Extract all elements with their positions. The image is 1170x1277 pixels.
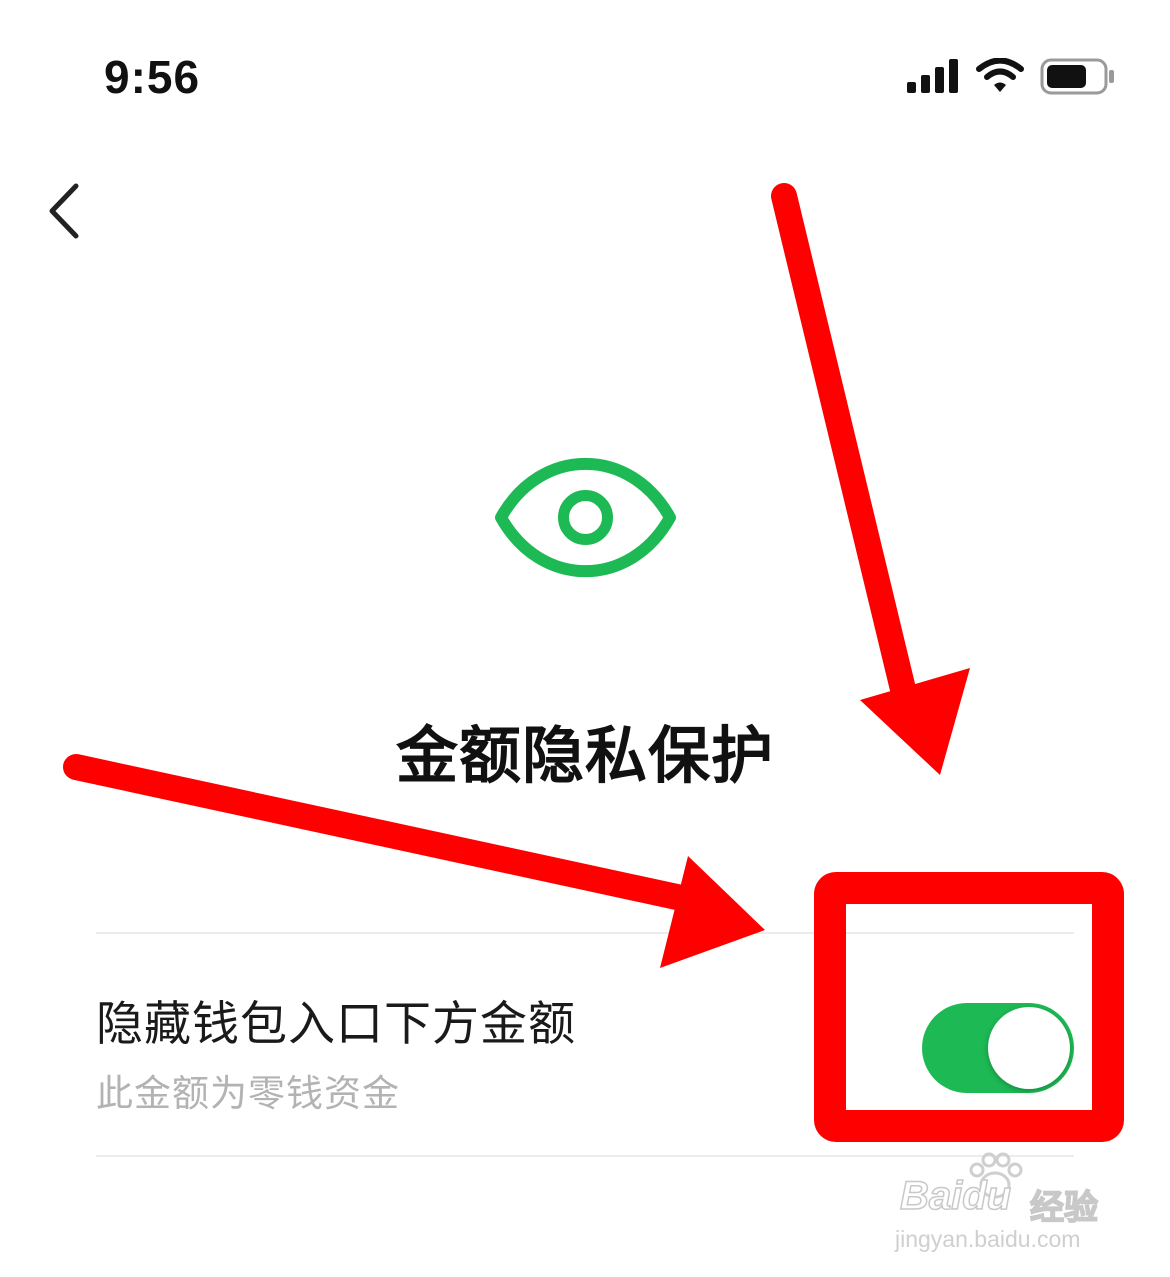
watermark: Baidu 经验 jingyan.baidu.com <box>895 1150 1155 1260</box>
cellular-signal-icon <box>907 59 958 93</box>
battery-icon <box>1040 58 1114 95</box>
status-bar: 9:56 <box>0 0 1170 150</box>
eye-icon <box>495 457 676 578</box>
wifi-icon <box>976 58 1024 92</box>
setting-description: 此金额为零钱资金 <box>96 1072 400 1115</box>
setting-title: 隐藏钱包入口下方金额 <box>96 997 576 1052</box>
status-time: 9:56 <box>104 51 201 103</box>
chevron-left-icon <box>49 183 79 239</box>
arrow-down-icon <box>771 183 970 775</box>
watermark-url: jingyan.baidu.com <box>895 1226 1081 1252</box>
watermark-text: 经验 <box>1029 1187 1099 1229</box>
back-button[interactable] <box>36 180 96 244</box>
highlight-box <box>814 872 1124 1142</box>
page-title: 金额隐私保护 <box>395 719 774 792</box>
watermark-brand: Baidu <box>899 1173 1012 1219</box>
